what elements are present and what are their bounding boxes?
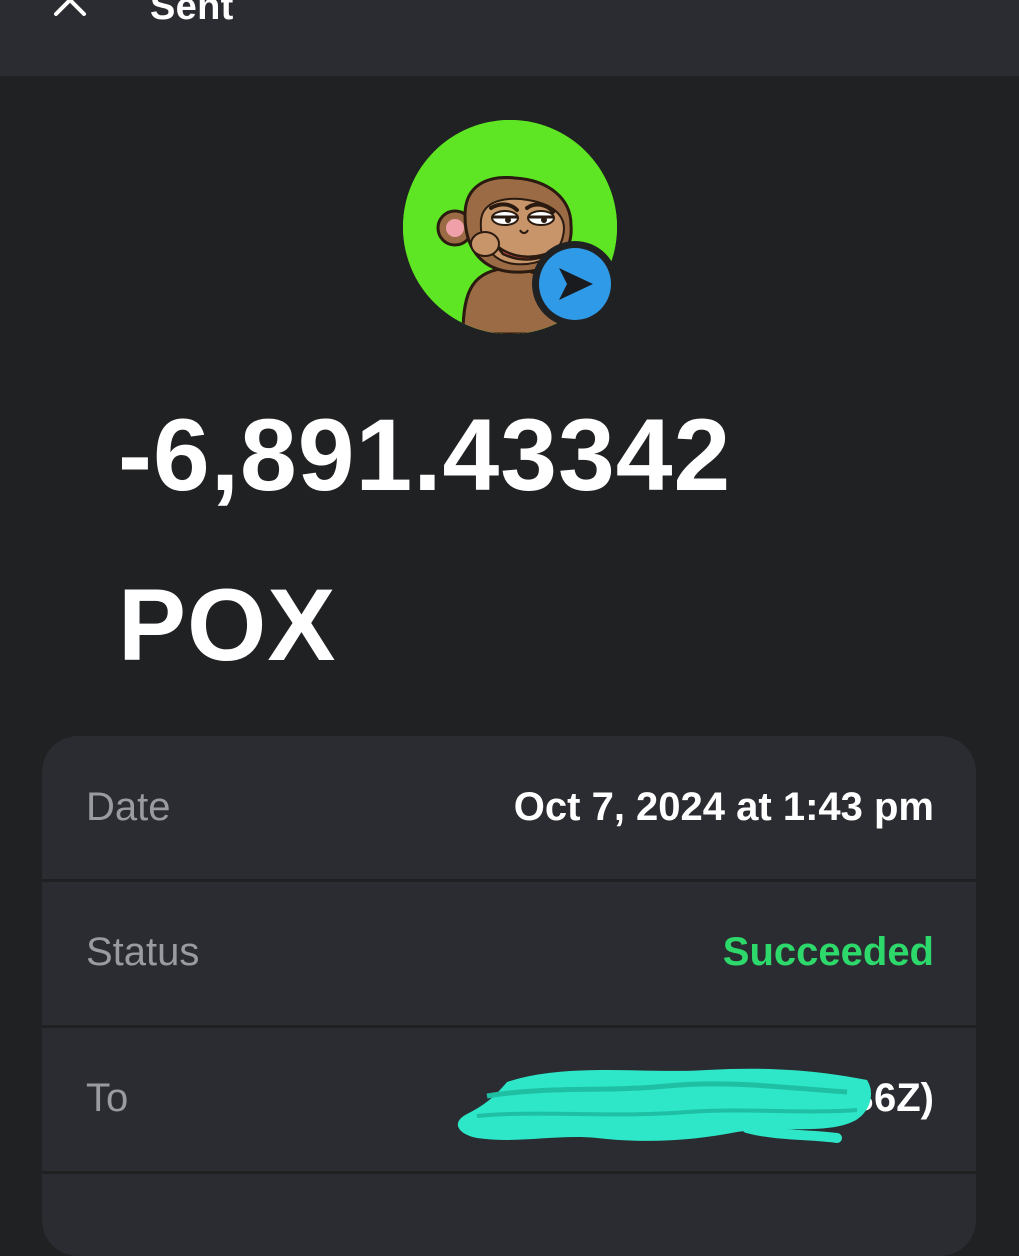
amount-symbol: POX — [118, 568, 337, 682]
top-bar: Sent — [0, 0, 1019, 76]
send-arrow-icon — [539, 248, 611, 320]
detail-row-status: Status Succeeded — [42, 881, 976, 1024]
detail-row-to[interactable]: To B6Z) — [42, 1027, 976, 1170]
date-label: Date — [86, 785, 171, 829]
to-label: To — [86, 1076, 129, 1120]
close-icon — [44, 0, 96, 30]
token-avatar-group — [403, 120, 618, 334]
sent-badge — [532, 241, 618, 327]
transaction-amount: -6,891.43342 POX — [118, 370, 938, 710]
detail-row-date: Date Oct 7, 2024 at 1:43 pm — [42, 736, 976, 879]
close-button[interactable] — [44, 0, 96, 30]
redaction-scribble — [447, 1052, 887, 1152]
page-title: Sent — [150, 0, 234, 28]
transaction-details-card: Date Oct 7, 2024 at 1:43 pm Status Succe… — [42, 736, 976, 1256]
status-value: Succeeded — [722, 930, 934, 974]
amount-value: -6,891.43342 — [118, 398, 732, 512]
status-label: Status — [86, 930, 200, 974]
detail-row-next — [42, 1173, 976, 1256]
date-value: Oct 7, 2024 at 1:43 pm — [513, 785, 934, 829]
